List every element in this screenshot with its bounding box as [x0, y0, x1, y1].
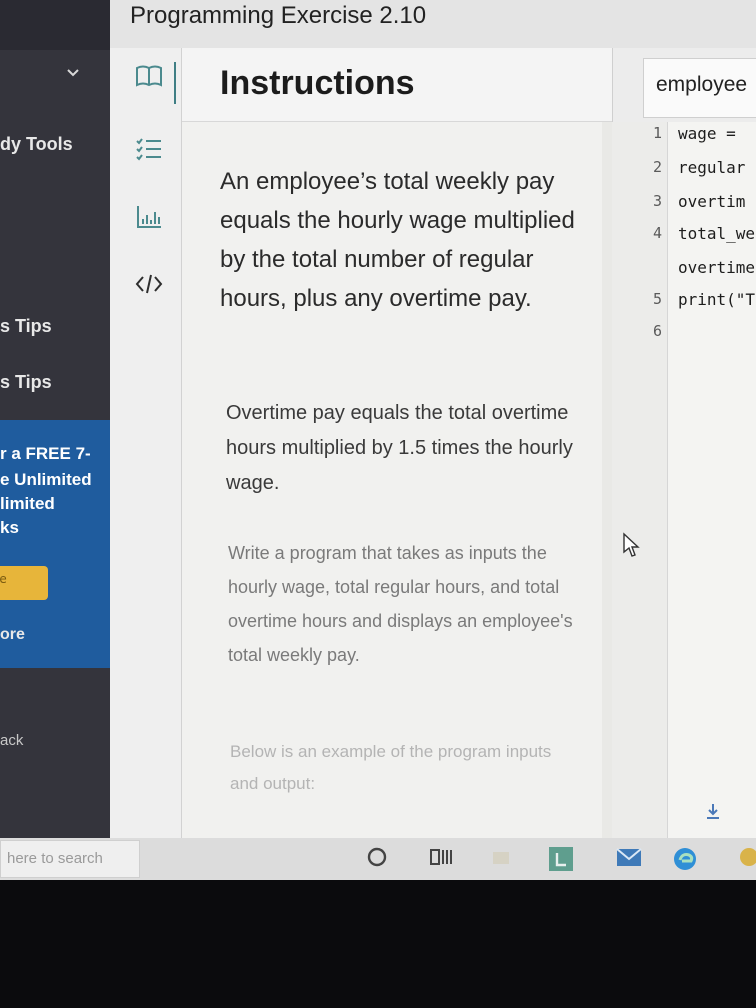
- line-number: 1: [652, 124, 662, 142]
- code-line[interactable]: overtime: [678, 258, 755, 277]
- instruction-paragraph: An employee’s total weekly pay equals th…: [220, 168, 575, 312]
- edge-browser-icon[interactable]: [672, 846, 698, 872]
- app-icon[interactable]: [488, 846, 514, 872]
- title-bar: Programming Exercise 2.10: [110, 0, 756, 48]
- learn-more-link[interactable]: ore: [0, 626, 25, 644]
- tool-rail: [110, 48, 182, 838]
- header-divider: [174, 62, 176, 104]
- free-trial-button[interactable]: ee: [0, 566, 48, 600]
- line-number: 6: [652, 322, 662, 340]
- instructions-body: An employee’s total weekly pay equals th…: [182, 122, 602, 838]
- promo-line: ks: [0, 518, 19, 537]
- line-number: 3: [652, 192, 662, 210]
- taskbar-search[interactable]: here to search: [0, 840, 140, 878]
- instruction-paragraph: Below is an example of the program input…: [230, 742, 552, 793]
- instructions-title: Instructions: [220, 64, 415, 102]
- task-view-icon[interactable]: [428, 846, 454, 872]
- taskbar: here to search: [0, 838, 756, 880]
- book-icon[interactable]: [134, 64, 164, 94]
- screen: dy Tools s Tips s Tips r a FREE 7- e Unl…: [0, 0, 756, 880]
- chart-icon[interactable]: [134, 204, 164, 234]
- editor-file-tab[interactable]: employee: [643, 58, 756, 118]
- mouse-cursor-icon: [622, 532, 640, 558]
- sidebar-item-tips-2[interactable]: s Tips: [0, 372, 52, 393]
- instruction-paragraph: Write a program that takes as inputs the…: [228, 543, 573, 665]
- sidebar-top: [0, 0, 110, 50]
- line-number: 5: [652, 290, 662, 308]
- code-line[interactable]: overtim: [678, 192, 745, 211]
- code-line[interactable]: total_we: [678, 224, 755, 243]
- editor-tab-bar: employee: [612, 48, 756, 122]
- download-icon[interactable]: [700, 802, 726, 828]
- chat-icon[interactable]: [736, 846, 756, 872]
- promo-line: limited: [0, 494, 55, 513]
- code-line[interactable]: regular: [678, 158, 745, 177]
- code-line[interactable]: print("T: [678, 290, 755, 309]
- sidebar-item-tips-1[interactable]: s Tips: [0, 316, 52, 337]
- cortana-icon[interactable]: [364, 846, 390, 872]
- search-placeholder: here to search: [7, 850, 103, 867]
- mail-icon[interactable]: [616, 846, 642, 872]
- promo-line: e Unlimited: [0, 470, 92, 489]
- line-number: 4: [652, 224, 662, 242]
- instructions-header: Instructions: [182, 48, 612, 122]
- promo-line: r a FREE 7-: [0, 444, 91, 463]
- code-editor[interactable]: 1 wage = 2 regular 3 overtim 4 total_we …: [612, 122, 756, 838]
- instruction-paragraph: Overtime pay equals the total overtime h…: [226, 402, 573, 494]
- sidebar-item-study-tools[interactable]: dy Tools: [0, 134, 73, 155]
- code-line[interactable]: wage =: [678, 124, 736, 143]
- code-icon[interactable]: [134, 272, 164, 302]
- chevron-down-icon[interactable]: [66, 66, 80, 80]
- line-number: 2: [652, 158, 662, 176]
- feedback-link[interactable]: ack: [0, 732, 23, 749]
- page-title: Programming Exercise 2.10: [130, 2, 427, 29]
- checklist-icon[interactable]: [134, 136, 164, 166]
- learning-app-icon[interactable]: [548, 846, 574, 872]
- monitor-bezel: [0, 880, 756, 1008]
